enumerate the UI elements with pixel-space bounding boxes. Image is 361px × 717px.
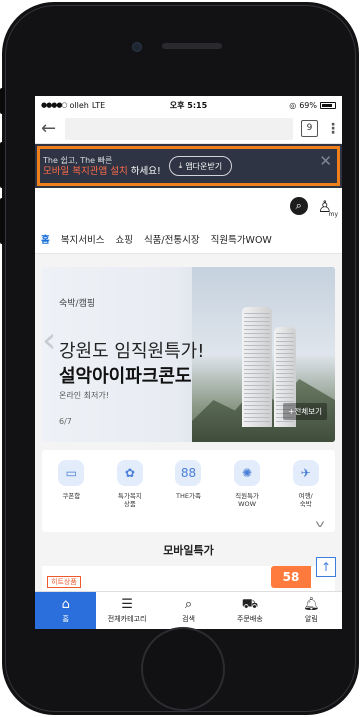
hero-tag: 숙박/캠핑: [59, 299, 96, 309]
category-tab-food[interactable]: 식품/전통시장: [144, 232, 200, 246]
view-all-button[interactable]: +전체보기: [283, 403, 327, 420]
bell-icon: 🔔︎: [303, 596, 320, 612]
mute-switch: [0, 88, 5, 114]
back-arrow-icon[interactable]: ←: [41, 118, 57, 139]
bottom-nav-notifications[interactable]: 🔔︎ 알림: [281, 592, 342, 629]
app-install-banner: The 쉽고, The 빠른 모바일 복지관앱 설치 하세요! ⤓ 앱다운받기 …: [35, 144, 342, 188]
category-nav: 홈 복지서비스 쇼핑 식품/전통시장 직원특가WOW: [35, 224, 342, 254]
category-tab-welfare[interactable]: 복지서비스: [61, 232, 105, 246]
bottom-nav-all-categories[interactable]: ☰ 전체카테고리: [96, 592, 157, 629]
hero-headline: 설악아이파크콘도: [59, 366, 192, 387]
volume-down-button: [0, 198, 5, 244]
clock: 오후 5:15: [169, 100, 208, 110]
earpiece-speaker: [162, 43, 222, 49]
search-icon[interactable]: ⌕: [289, 197, 308, 215]
quick-menu-label: 여행/숙박: [298, 492, 313, 508]
browser-toolbar: ← 9 ⋮: [35, 114, 342, 144]
signal-icon: ●●●●○: [41, 101, 68, 109]
my-page-icon[interactable]: ♙ my: [318, 197, 338, 218]
bottom-nav-label: 홈: [62, 614, 69, 623]
front-camera: [132, 42, 142, 52]
network-label: LTE: [91, 100, 106, 110]
my-badge: my: [328, 210, 338, 218]
bottom-nav-delivery[interactable]: ⛟ 주문배송: [219, 592, 280, 629]
quick-menu-coupon[interactable]: ▭ 쿠폰함: [47, 460, 95, 532]
menu-icon: ☰: [121, 596, 133, 612]
hot-product-badge: 히트상품: [47, 576, 81, 588]
banner-text: The 쉽고, The 빠른 모바일 복지관앱 설치 하세요!: [43, 155, 161, 177]
app-download-label: 앱다운받기: [185, 161, 223, 171]
coupon-icon: ▭: [58, 460, 85, 486]
quick-menu-label: 쿠폰함: [62, 492, 81, 500]
home-button[interactable]: [141, 627, 225, 711]
quick-menu-label: 특가복지 상품: [117, 492, 142, 508]
quick-menu-special-welfare[interactable]: ✿ 특가복지 상품: [106, 460, 154, 532]
carousel-prev-icon[interactable]: ‹: [42, 323, 56, 359]
bottom-nav-label: 알림: [304, 614, 318, 623]
family-icon: 88: [175, 460, 202, 486]
tab-switcher-button[interactable]: 9: [301, 120, 318, 137]
battery-icon: [319, 101, 336, 109]
travel-icon: ✈: [292, 460, 319, 486]
bottom-nav: ⌂ 홈 ☰ 전체카테고리 ⌕ 검색 ⛟ 주문배송 🔔︎ 알림: [35, 591, 342, 629]
status-bar: ●●●●○ olleh LTE 오후 5:15 ◎ 69%: [35, 96, 342, 114]
volume-up-button: [0, 142, 5, 188]
address-bar[interactable]: [65, 117, 293, 140]
carrier-label: olleh: [69, 100, 89, 110]
category-tab-shopping[interactable]: 쇼핑: [115, 232, 132, 246]
download-icon: ⤓: [178, 161, 183, 170]
bottom-nav-home[interactable]: ⌂ 홈: [35, 592, 97, 629]
quick-menu: ▭ 쿠폰함 ✿ 특가복지 상품 88 THE가족 ✺ 직원특가 WOW ✈ 여행/숙…: [42, 450, 335, 532]
wow-icon: ✺: [234, 460, 261, 486]
more-options-icon[interactable]: ⋮: [326, 121, 340, 137]
category-tab-wow[interactable]: 직원특가WOW: [211, 232, 272, 246]
scroll-to-top-button[interactable]: ↑: [316, 557, 336, 577]
hero-subtitle: 온라인 최저가!: [59, 391, 109, 400]
search-icon: ⌕: [184, 596, 193, 612]
app-download-button[interactable]: ⤓ 앱다운받기: [168, 156, 233, 176]
bottom-nav-label: 전체카테고리: [107, 614, 147, 623]
quick-menu-family[interactable]: 88 THE가족: [164, 460, 212, 532]
hero-carousel[interactable]: ‹ 숙박/캠핑 강원도 임직원특가! 설악아이파크콘도 온라인 최저가! 6/7…: [42, 267, 335, 442]
section-title: 모바일특가: [163, 544, 214, 557]
site-header-icons: ⌕ ♙ my: [35, 188, 342, 224]
bottom-nav-label: 검색: [182, 614, 195, 623]
hero-building-image: [242, 307, 272, 427]
bottom-nav-label: 주문배송: [237, 614, 263, 623]
quick-menu-label: THE가족: [176, 492, 201, 500]
banner-line1: The 쉽고, The 빠른: [43, 156, 113, 165]
bottom-nav-search[interactable]: ⌕ 검색: [158, 592, 219, 629]
hero-title: 강원도 임직원특가!: [59, 341, 205, 362]
quick-menu-wow[interactable]: ✺ 직원특가 WOW: [223, 460, 271, 532]
close-icon[interactable]: ✕: [319, 152, 332, 170]
carousel-page-indicator: 6/7: [59, 417, 72, 426]
home-icon: ⌂: [61, 596, 70, 612]
battery-percent: 69%: [299, 100, 317, 110]
chevron-down-icon[interactable]: v: [315, 519, 324, 530]
quick-menu-label: 직원특가 WOW: [235, 492, 260, 508]
category-tab-home[interactable]: 홈: [41, 232, 50, 246]
banner-accent-text: 모바일 복지관앱 설치: [43, 166, 128, 177]
banner-suffix-text: 하세요!: [127, 166, 161, 177]
promo-badge: 58: [271, 566, 311, 588]
banner-line2: 모바일 복지관앱 설치 하세요!: [43, 166, 161, 177]
delivery-icon: ⛟: [241, 596, 259, 612]
rotation-lock-icon: ◎: [289, 100, 297, 110]
phone-screen: ●●●●○ olleh LTE 오후 5:15 ◎ 69% ← 9 ⋮ The …: [35, 96, 342, 629]
phone-frame: ●●●●○ olleh LTE 오후 5:15 ◎ 69% ← 9 ⋮ The …: [0, 2, 359, 715]
special-welfare-icon: ✿: [116, 460, 143, 486]
